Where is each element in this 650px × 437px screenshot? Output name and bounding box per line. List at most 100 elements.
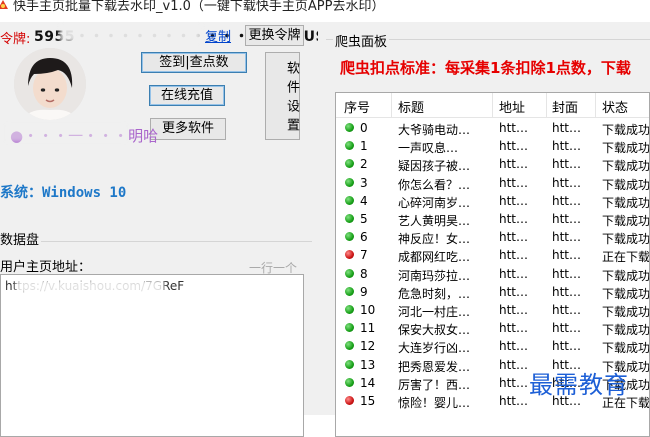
table-header: 序号 标题 地址 封面 状态 — [336, 93, 649, 118]
system-info: 系统：Windows 10 — [0, 182, 126, 202]
col-header-index[interactable]: 序号 — [344, 97, 370, 116]
cell-status: 下载成功 — [602, 268, 650, 283]
cell-cover: htt… — [552, 303, 582, 317]
cell-status: 下载成功 — [602, 341, 650, 356]
cell-url: htt… — [499, 303, 529, 317]
table-row[interactable]: 11 保安大叔女… htt… htt… 下载成功 — [336, 319, 649, 338]
cell-cover: htt… — [552, 230, 582, 245]
avatar-image — [14, 48, 86, 120]
data-group-title: 数据盘 — [0, 229, 42, 248]
system-label: 系统： — [0, 185, 42, 201]
crawler-charge-notice: 爬虫扣点标准：每采集1条扣除1点数，下载 — [340, 59, 631, 77]
status-dot-icon — [345, 305, 354, 314]
table-row[interactable]: 12 大连岁行凶… htt… htt… 下载成功 — [336, 337, 650, 356]
table-row[interactable]: 0 大爷骑电动… htt… htt… 下载成功 — [336, 119, 650, 137]
cell-index: 6 — [360, 230, 368, 245]
cell-index: 13 — [360, 357, 376, 372]
cell-title: 厉害了！西… — [398, 377, 471, 392]
cell-index: 12 — [360, 339, 376, 354]
cell-index: 1 — [360, 139, 368, 154]
cell-title: 河南玛莎拉… — [398, 268, 471, 283]
cell-title: 大爷骑电动… — [398, 123, 471, 137]
table-row[interactable]: 6 神反应！女… htt… htt… 下载成功 — [336, 228, 649, 247]
status-dot-icon — [345, 268, 354, 278]
cell-url: htt… — [499, 230, 529, 245]
system-value: Windows 10 — [42, 185, 127, 201]
cell-cover: htt… — [552, 121, 582, 135]
status-dot-icon — [345, 341, 354, 351]
status-dot-icon — [345, 232, 354, 242]
cell-title: 保安大叔女… — [398, 323, 471, 338]
cell-title: 疑因孩子被… — [398, 159, 471, 174]
cell-cover: htt… — [552, 284, 582, 299]
cell-cover: htt… — [552, 266, 582, 281]
cell-status: 下载成功 — [602, 141, 650, 156]
table-row[interactable]: 10 河北一村庄… htt… htt… 下载成功 — [336, 301, 650, 319]
table-row[interactable]: 4 心碎河南岁… htt… htt… 下载成功 — [336, 192, 650, 210]
status-dot-icon — [345, 177, 354, 187]
avatar — [14, 48, 86, 120]
cell-cover: htt… — [552, 193, 582, 208]
cell-index: 0 — [360, 121, 368, 135]
token-redaction — [60, 26, 202, 42]
cell-status: 下载成功 — [602, 286, 650, 301]
username-redaction — [6, 124, 126, 142]
status-dot-icon — [345, 195, 354, 205]
table-row[interactable]: 5 艺人黄明昊… htt… htt… 下载成功 — [336, 210, 650, 228]
status-dot-icon — [345, 286, 354, 296]
cell-title: 危急时刻，… — [398, 286, 471, 301]
status-dot-icon — [345, 250, 354, 260]
cell-title: 艺人黄明昊… — [398, 214, 471, 228]
cell-url: htt… — [499, 321, 529, 336]
table-row[interactable]: 7 成都网红吃… htt… htt… 正在下载 — [336, 246, 650, 265]
cell-status: 下载成功 — [602, 214, 650, 228]
cell-url: htt… — [499, 248, 529, 263]
cell-status: 下载成功 — [602, 195, 650, 210]
data-group-border — [0, 241, 312, 242]
cell-index: 10 — [360, 303, 376, 317]
cell-index: 15 — [360, 394, 376, 408]
cell-status: 正在下载 — [602, 250, 650, 265]
cell-index: 7 — [360, 248, 368, 263]
table-row[interactable]: 3 你怎么看？… htt… htt… 下载成功 — [336, 174, 649, 192]
signin-check-points-button[interactable]: 签到|查点数 — [141, 52, 247, 73]
table-row[interactable]: 1 一声叹息… htt… htt… 下载成功 — [336, 137, 650, 156]
cell-url: htt… — [499, 139, 529, 154]
cell-url: htt… — [499, 193, 529, 208]
col-header-title[interactable]: 标题 — [398, 97, 424, 116]
cell-cover: htt… — [552, 321, 582, 336]
col-header-url[interactable]: 地址 — [499, 97, 525, 116]
table-row[interactable]: 9 危急时刻，… htt… htt… 下载成功 — [336, 283, 650, 301]
cell-index: 14 — [360, 375, 376, 390]
cell-title: 心碎河南岁… — [398, 195, 471, 210]
settings-button[interactable]: 软件设置 — [265, 52, 300, 140]
status-dot-icon — [345, 123, 354, 132]
cell-title: 惊险！婴儿… — [398, 396, 471, 410]
table-row[interactable]: 8 河南玛莎拉… htt… htt… 下载成功 — [336, 265, 650, 283]
col-header-status[interactable]: 状态 — [602, 97, 628, 116]
cell-status: 下载成功 — [602, 123, 650, 137]
status-dot-icon — [345, 214, 354, 223]
cell-status: 下载成功 — [602, 305, 650, 319]
cell-title: 神反应！女… — [398, 232, 471, 247]
app-icon — [0, 0, 8, 9]
status-dot-icon — [345, 396, 354, 405]
cell-cover: htt… — [552, 157, 582, 172]
col-header-cover[interactable]: 封面 — [552, 97, 578, 116]
homepage-url-textarea[interactable]: https://v.kuaishou.com/7GReF — [0, 274, 304, 437]
crawler-panel: 爬虫面板 爬虫扣点标准：每采集1条扣除1点数，下载 序号 标题 地址 封面 状态… — [318, 22, 650, 437]
cell-url: htt… — [499, 266, 529, 281]
change-token-button[interactable]: 更换令牌 — [245, 25, 304, 46]
cell-index: 11 — [360, 321, 376, 336]
recharge-button[interactable]: 在线充值 — [149, 85, 225, 106]
cell-url: htt… — [499, 212, 529, 226]
cell-title: 河北一村庄… — [398, 305, 471, 319]
copy-token-link[interactable]: 复制 — [205, 26, 231, 45]
table-row[interactable]: 2 疑因孩子被… htt… htt… 下载成功 — [336, 155, 649, 174]
cell-url: htt… — [499, 157, 529, 172]
window-title: 快手主页批量下载去水印_v1.0（一键下载快手主页APP去水印） — [13, 0, 385, 14]
cell-cover: htt… — [552, 139, 582, 154]
watermark: 最需教育 — [529, 371, 629, 399]
cell-index: 5 — [360, 212, 368, 226]
more-software-button[interactable]: 更多软件 — [150, 118, 226, 140]
